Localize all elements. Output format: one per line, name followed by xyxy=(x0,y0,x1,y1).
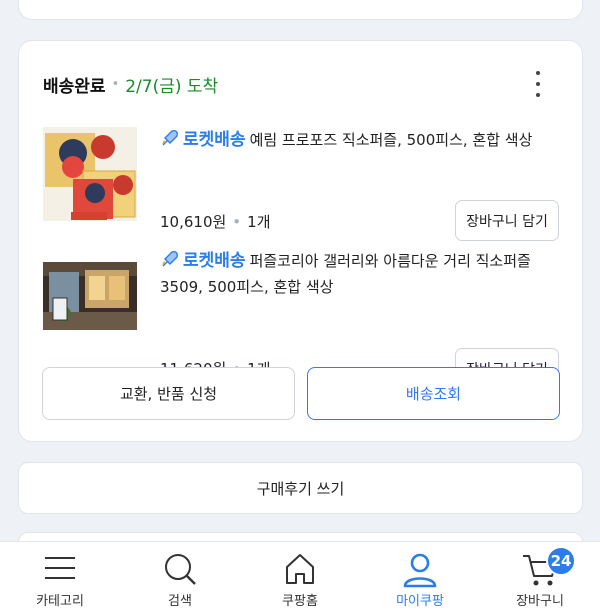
previous-card xyxy=(18,0,583,20)
arrival-date: 2/7(금) 도착 xyxy=(125,77,219,97)
rocket-label: 로켓배송 xyxy=(183,130,246,150)
bottom-navigation: 카테고리 검색 쿠팡홈 마이쿠팡 24 장바구니 xyxy=(0,541,600,611)
home-icon xyxy=(286,554,314,584)
separator-dot: • xyxy=(232,213,242,231)
product-thumbnail[interactable] xyxy=(43,262,137,330)
rocket-icon xyxy=(162,130,178,146)
add-to-cart-button[interactable]: 장바구니 담기 xyxy=(455,200,559,241)
nav-category[interactable]: 카테고리 xyxy=(0,542,120,611)
write-review-button[interactable]: 구매후기 쓰기 xyxy=(18,462,583,514)
product-quantity: 1개 xyxy=(247,213,271,231)
status-label: 배송완료 xyxy=(43,77,106,97)
rocket-label: 로켓배송 xyxy=(183,251,246,271)
nav-label: 마이쿠팡 xyxy=(396,594,444,609)
menu-icon xyxy=(45,557,75,579)
nav-label: 검색 xyxy=(168,594,192,609)
product-name: 예림 프로포즈 직소퍼즐, 500피스, 혼합 색상 xyxy=(249,131,533,149)
exchange-return-button[interactable]: 교환, 반품 신청 xyxy=(42,367,295,420)
rocket-icon xyxy=(162,251,178,267)
nav-label: 카테고리 xyxy=(36,594,84,609)
product-price: 10,610원 xyxy=(160,213,227,231)
user-icon xyxy=(403,553,437,588)
rocket-delivery-badge: 로켓배송 xyxy=(160,130,246,150)
nav-my-coupang[interactable]: 마이쿠팡 xyxy=(360,542,480,611)
cart-count-badge: 24 xyxy=(546,546,576,576)
separator-dot: • xyxy=(111,77,120,92)
more-options-icon[interactable] xyxy=(528,71,548,97)
nav-cart[interactable]: 24 장바구니 xyxy=(480,542,600,611)
delivery-status: 배송완료 • 2/7(금) 도착 xyxy=(43,72,218,97)
nav-home[interactable]: 쿠팡홈 xyxy=(240,542,360,611)
product-thumbnail[interactable] xyxy=(43,127,137,221)
nav-search[interactable]: 검색 xyxy=(120,542,240,611)
rocket-delivery-badge: 로켓배송 xyxy=(160,251,246,271)
track-delivery-button[interactable]: 배송조회 xyxy=(307,367,560,420)
nav-label: 쿠팡홈 xyxy=(282,594,318,609)
product-price-row: 10,610원 • 1개 xyxy=(160,211,271,232)
nav-label: 장바구니 xyxy=(516,594,564,609)
product-title[interactable]: 로켓배송 예림 프로포즈 직소퍼즐, 500피스, 혼합 색상 xyxy=(160,127,560,153)
product-title[interactable]: 로켓배송 퍼즐코리아 갤러리와 아름다운 거리 직소퍼즐 3509, 500피스,… xyxy=(160,248,560,300)
write-review-label: 구매후기 쓰기 xyxy=(256,479,345,498)
search-icon xyxy=(165,554,196,585)
order-card: 배송완료 • 2/7(금) 도착 로켓배송 예림 프로포즈 직소퍼즐, 500피스… xyxy=(18,40,583,442)
